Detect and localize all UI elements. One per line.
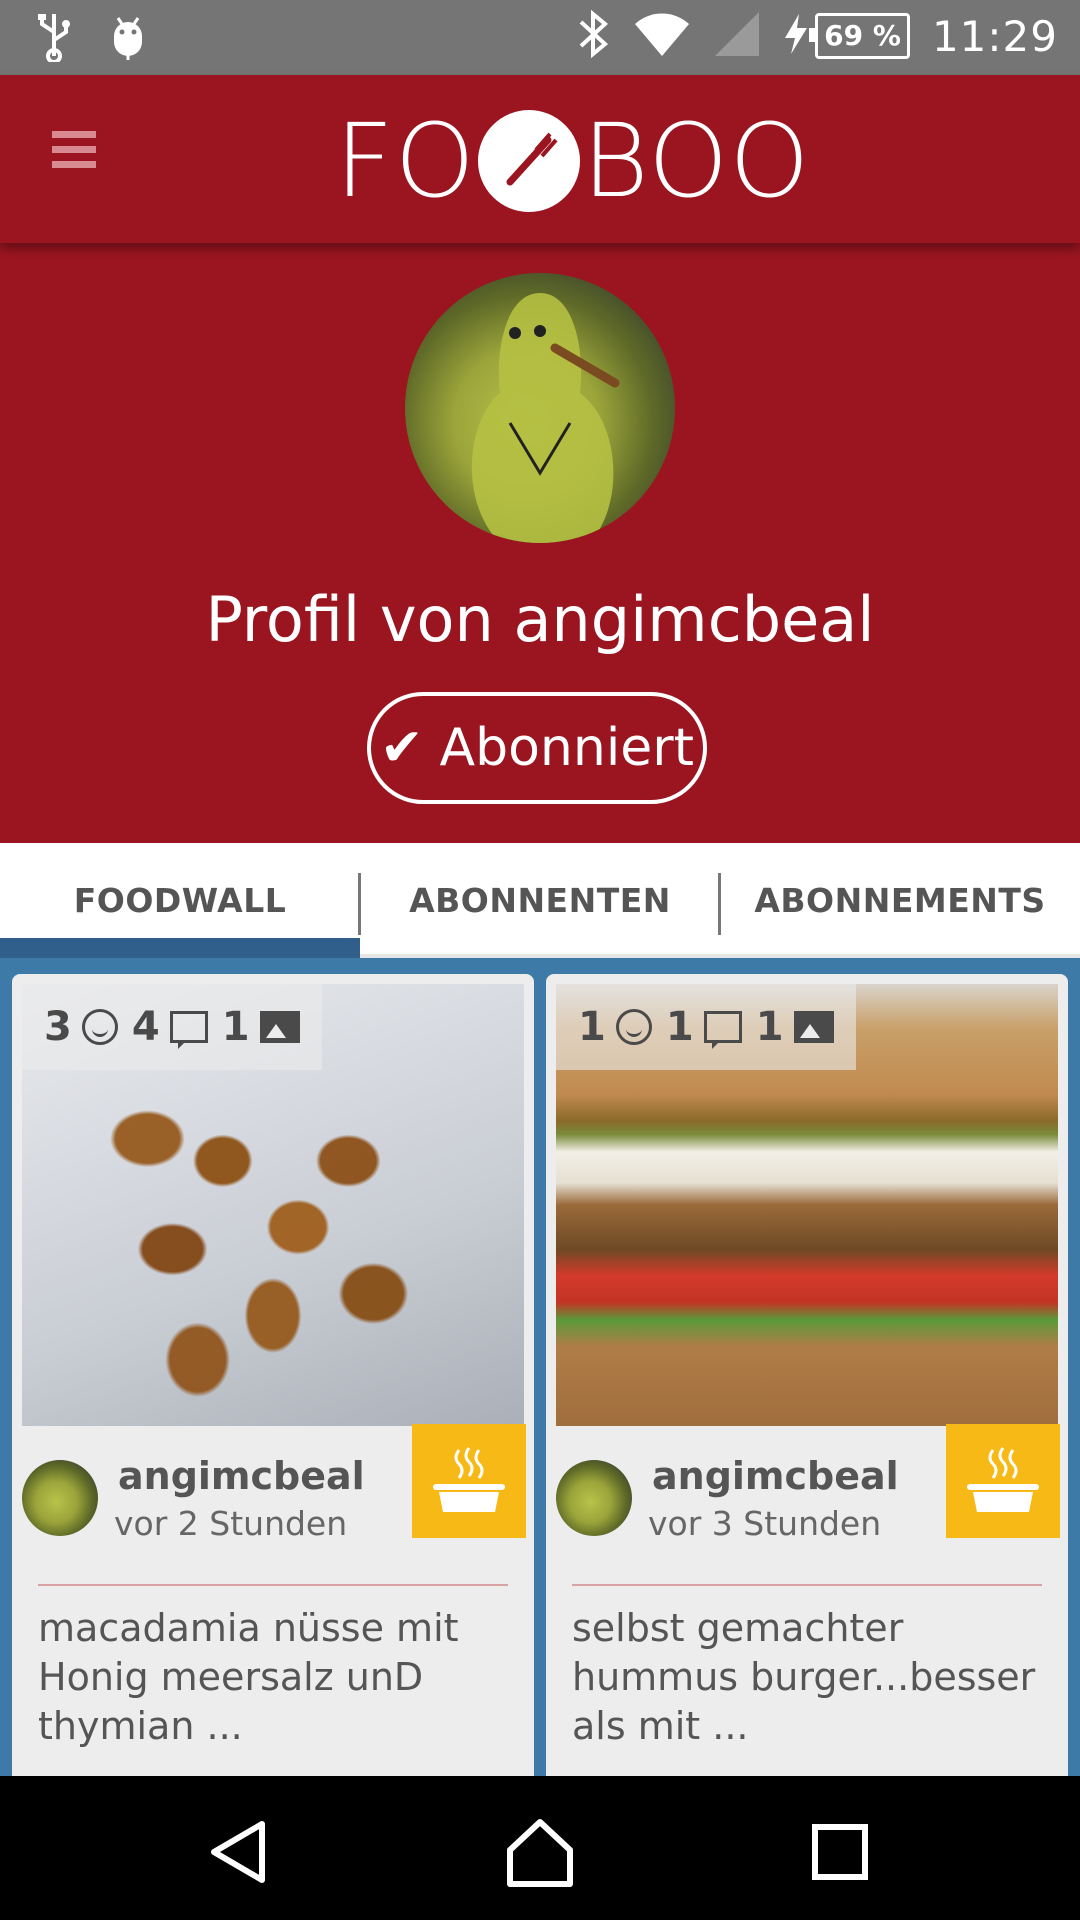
wifi-icon	[633, 10, 691, 62]
post-stats: 3 4 1	[22, 984, 322, 1070]
home-icon[interactable]	[500, 1812, 580, 1892]
status-bar: 69 % 11:29	[0, 0, 1080, 75]
comment-count: 4	[131, 1004, 160, 1050]
post-stats: 1 1 1	[556, 984, 856, 1070]
subscribed-button[interactable]: ✔ Abonniert	[367, 692, 707, 804]
smile-count: 1	[578, 1004, 606, 1050]
cooking-pot-icon	[967, 1447, 1039, 1512]
post-description[interactable]: selbst gemachter hummus burger...besser …	[572, 1604, 1042, 1751]
image-icon	[259, 1011, 300, 1043]
tab-abonnenten[interactable]: ABONNENTEN	[360, 843, 720, 958]
author-avatar[interactable]	[22, 1460, 98, 1536]
profile-avatar	[405, 273, 675, 543]
post-author[interactable]: angimcbeal vor 2 Stunden	[22, 1444, 422, 1554]
divider	[572, 1584, 1042, 1586]
tab-abonnements[interactable]: ABONNEMENTS	[720, 843, 1080, 958]
image-count: 1	[221, 1004, 250, 1050]
comment-count: 1	[665, 1004, 694, 1050]
author-name[interactable]: angimcbeal	[118, 1454, 365, 1498]
fork-plate-icon	[477, 110, 580, 212]
author-avatar[interactable]	[556, 1460, 632, 1536]
smile-count: 3	[44, 1004, 72, 1050]
post-card[interactable]: 1 1 1 angimcbeal vor 3 Stunden selbst ge…	[546, 974, 1068, 1776]
usb-icon	[34, 12, 74, 66]
android-debug-icon	[108, 12, 148, 66]
logo-text-left: FO	[335, 101, 476, 221]
cooking-pot-badge	[946, 1424, 1060, 1538]
author-name[interactable]: angimcbeal	[652, 1454, 899, 1498]
battery-indicator: 69 %	[783, 12, 910, 60]
active-tab-indicator	[0, 938, 360, 958]
system-nav-bar	[0, 1776, 1080, 1920]
comment-icon	[169, 1011, 208, 1049]
profile-title: Profil von angimcbeal	[205, 583, 875, 656]
subscribed-label: Abonniert	[439, 718, 695, 778]
cell-signal-icon	[713, 10, 761, 62]
post-time: vor 2 Stunden	[114, 1504, 348, 1543]
post-description[interactable]: macadamia nüsse mit Honig meersalz unD t…	[38, 1604, 508, 1751]
comment-icon	[703, 1011, 742, 1049]
recents-icon[interactable]	[800, 1812, 880, 1892]
app-logo: FO BOO	[335, 102, 811, 221]
check-icon: ✔	[379, 718, 424, 778]
divider	[38, 1584, 508, 1586]
back-icon[interactable]	[200, 1812, 280, 1892]
bluetooth-icon	[577, 8, 611, 64]
battery-level: 69 %	[809, 13, 910, 59]
image-icon	[793, 1011, 834, 1043]
smile-icon	[81, 1009, 118, 1045]
post-time: vor 3 Stunden	[648, 1504, 882, 1543]
smile-icon	[615, 1009, 652, 1045]
clock: 11:29	[931, 11, 1058, 61]
menu-icon[interactable]	[52, 123, 96, 193]
profile-header: Profil von angimcbeal ✔ Abonniert	[0, 243, 1080, 843]
cooking-pot-icon	[433, 1447, 505, 1512]
image-count: 1	[755, 1004, 784, 1050]
app-bar: FO BOO	[0, 75, 1080, 243]
foodwall-feed[interactable]: 3 4 1 angimcbeal vor 2 Stunden macadamia…	[0, 958, 1080, 1776]
charging-icon	[783, 12, 809, 60]
cooking-pot-badge	[412, 1424, 526, 1538]
post-author[interactable]: angimcbeal vor 3 Stunden	[556, 1444, 956, 1554]
logo-text-right: BOO	[581, 101, 811, 221]
post-card[interactable]: 3 4 1 angimcbeal vor 2 Stunden macadamia…	[12, 974, 534, 1776]
